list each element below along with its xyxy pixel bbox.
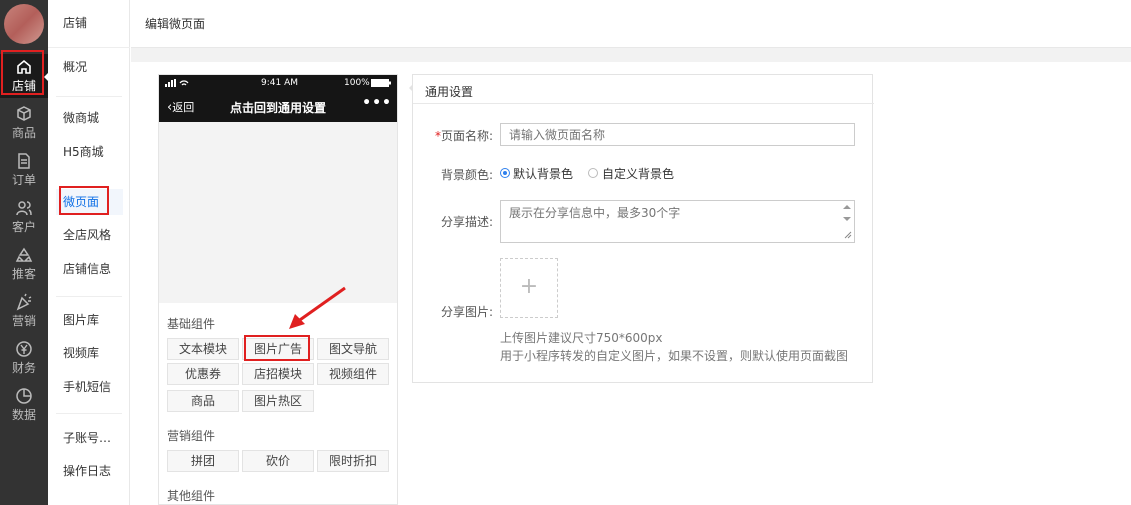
component-coupon[interactable]: 优惠券 <box>167 363 239 385</box>
component-group-buy[interactable]: 拼团 <box>167 450 239 472</box>
nav-image-library[interactable]: 图片库 <box>63 310 99 330</box>
upload-size-hint: 上传图片建议尺寸750*600px <box>500 331 663 345</box>
nav-sms[interactable]: 手机短信 <box>63 377 111 397</box>
annotation-arrow <box>289 286 346 329</box>
radio-default-bg[interactable] <box>500 168 510 178</box>
group-label-other: 其他组件 <box>167 489 216 503</box>
breadcrumb: 编辑微页面 <box>145 17 206 31</box>
nav-store-info[interactable]: 店铺信息 <box>63 259 111 279</box>
highlight-box-image-ad <box>244 335 310 361</box>
radio-custom-bg-label[interactable]: 自定义背景色 <box>602 165 674 182</box>
status-battery: 100% <box>344 78 370 88</box>
rail-item-data[interactable]: 数据 <box>0 383 48 427</box>
component-flash-discount[interactable]: 限时折扣 <box>317 450 389 472</box>
share-image-label: 分享图片: <box>440 305 493 319</box>
signal-icon <box>165 79 189 87</box>
rail-item-marketing[interactable]: 营销 <box>0 289 48 333</box>
divider <box>56 296 122 297</box>
nav-overview[interactable]: 概况 <box>63 57 87 77</box>
rail-label: 营销 <box>11 314 36 328</box>
rail-item-orders[interactable]: 订单 <box>0 148 48 192</box>
status-time: 9:41 AM <box>261 78 298 88</box>
component-goods[interactable]: 商品 <box>167 390 239 412</box>
rail-label: 客户 <box>11 220 36 234</box>
nav-store-style[interactable]: 全店风格 <box>63 225 111 245</box>
bg-color-label: 背景颜色: <box>440 168 493 182</box>
component-store-sign[interactable]: 店招模块 <box>242 363 314 385</box>
document-icon <box>18 153 30 169</box>
nav-video-library[interactable]: 视频库 <box>63 343 99 363</box>
page-canvas[interactable] <box>159 122 397 303</box>
more-icon[interactable]: ••• <box>362 95 392 111</box>
share-desc-textarea[interactable] <box>500 200 855 243</box>
group-label-basic: 基础组件 <box>167 317 216 331</box>
rail-item-goods[interactable]: 商品 <box>0 101 48 145</box>
content-background <box>131 48 1131 62</box>
component-text-module[interactable]: 文本模块 <box>167 338 239 360</box>
rail-item-finance[interactable]: 财务 <box>0 336 48 380</box>
rail-item-promoters[interactable]: 推客 <box>0 242 48 286</box>
tab-general-settings[interactable]: 通用设置 <box>409 75 874 104</box>
settings-card: 通用设置 *页面名称: 背景颜色: 默认背景色 自定义背景色 分享描述: 分享图… <box>409 74 874 383</box>
rail-label: 商品 <box>11 126 36 140</box>
tab-label: 通用设置 <box>425 85 474 99</box>
yen-icon <box>16 341 32 357</box>
nav-wechat-mall[interactable]: 微商城 <box>63 108 99 128</box>
rail-label: 数据 <box>11 408 36 422</box>
resize-handle-icon[interactable] <box>844 231 852 239</box>
phone-preview: 9:41 AM 100% ‹返回 点击回到通用设置 ••• 基础组件 文本模块 … <box>158 74 398 505</box>
radio-custom-bg[interactable] <box>588 168 598 178</box>
phone-header[interactable]: 9:41 AM 100% ‹返回 点击回到通用设置 ••• <box>159 75 397 122</box>
cube-icon <box>17 106 31 121</box>
battery-icon <box>371 79 391 87</box>
highlight-box-micro-page <box>59 186 109 215</box>
share-desc-label: 分享描述: <box>440 215 493 229</box>
pie-chart-icon <box>16 388 32 404</box>
rail-label: 订单 <box>11 173 36 187</box>
upload-usage-hint: 用于小程序转发的自定义图片，如果不设置，则默认使用页面截图 <box>500 349 849 363</box>
page-name-label: *页面名称: <box>434 129 493 143</box>
highlight-box-store <box>1 50 44 95</box>
secondary-nav-title: 店铺 <box>48 0 130 48</box>
textarea-scroll-arrows[interactable] <box>842 203 852 223</box>
nav-sub-accounts[interactable]: 子账号… <box>63 428 111 448</box>
recycle-icon <box>15 247 33 262</box>
avatar[interactable] <box>4 4 44 44</box>
rail-label: 推客 <box>11 267 36 281</box>
component-image-nav[interactable]: 图文导航 <box>317 338 389 360</box>
users-icon <box>16 201 32 216</box>
rail-label: 财务 <box>11 361 36 375</box>
radio-default-bg-label[interactable]: 默认背景色 <box>513 165 573 182</box>
divider <box>56 96 122 97</box>
component-video[interactable]: 视频组件 <box>317 363 389 385</box>
nav-operation-log[interactable]: 操作日志 <box>63 461 111 481</box>
rail-item-customers[interactable]: 客户 <box>0 195 48 239</box>
component-bargain[interactable]: 砍价 <box>242 450 314 472</box>
party-icon <box>16 293 32 311</box>
component-image-hotspot[interactable]: 图片热区 <box>242 390 314 412</box>
divider <box>56 413 122 414</box>
top-bar: 编辑微页面 <box>131 0 1131 48</box>
page-name-input[interactable] <box>500 123 855 146</box>
nav-h5-mall[interactable]: H5商城 <box>63 142 104 162</box>
group-label-marketing: 营销组件 <box>167 429 216 443</box>
upload-image-button[interactable]: + <box>500 258 558 318</box>
